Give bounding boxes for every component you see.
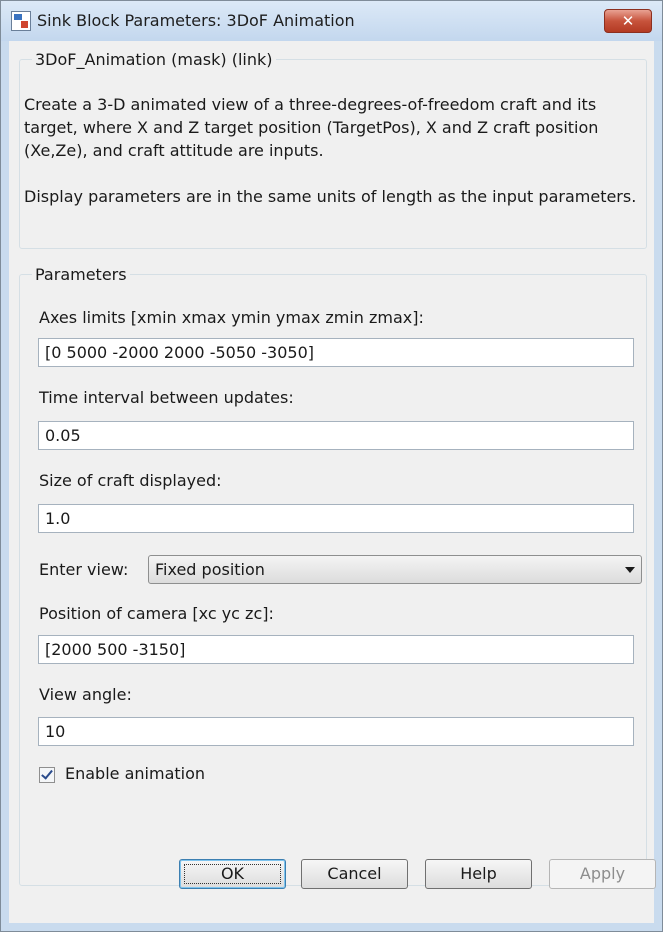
help-button[interactable]: Help xyxy=(425,859,532,889)
enter-view-selected: Fixed position xyxy=(155,560,265,579)
simulink-block-icon xyxy=(11,11,31,31)
title-bar[interactable]: Sink Block Parameters: 3DoF Animation ✕ xyxy=(1,1,662,41)
focus-ring xyxy=(184,864,281,884)
chevron-down-icon xyxy=(625,567,635,573)
parameters-group-label: Parameters xyxy=(32,265,130,284)
cancel-button-label: Cancel xyxy=(327,864,382,883)
dialog-body: 3DoF_Animation (mask) (link) Create a 3-… xyxy=(9,41,656,923)
enable-animation-checkbox[interactable] xyxy=(39,767,55,783)
camera-position-field[interactable]: [2000 500 -3150] xyxy=(38,635,634,664)
enable-animation-label[interactable]: Enable animation xyxy=(65,764,205,783)
axes-limits-label: Axes limits [xmin xmax ymin ymax zmin zm… xyxy=(39,308,424,327)
craft-size-label: Size of craft displayed: xyxy=(39,471,222,490)
view-angle-field[interactable]: 10 xyxy=(38,717,634,746)
description-group-label: 3DoF_Animation (mask) (link) xyxy=(32,50,276,69)
enter-view-label: Enter view: xyxy=(39,560,129,579)
close-button[interactable]: ✕ xyxy=(604,9,652,33)
time-interval-label: Time interval between updates: xyxy=(39,388,294,407)
apply-button-label: Apply xyxy=(579,864,626,883)
apply-button[interactable]: Apply xyxy=(549,859,656,889)
help-button-label: Help xyxy=(460,864,497,883)
window-title: Sink Block Parameters: 3DoF Animation xyxy=(37,11,355,30)
description-paragraph: Create a 3-D animated view of a three-de… xyxy=(24,95,599,160)
ok-button[interactable]: OK xyxy=(179,859,286,889)
description-paragraph: Display parameters are in the same units… xyxy=(24,187,637,206)
view-angle-label: View angle: xyxy=(39,685,132,704)
craft-size-field[interactable]: 1.0 xyxy=(38,504,634,533)
axes-limits-field[interactable]: [0 5000 -2000 2000 -5050 -3050] xyxy=(38,338,634,367)
camera-position-label: Position of camera [xc yc zc]: xyxy=(39,604,274,623)
enter-view-dropdown[interactable]: Fixed position xyxy=(148,555,642,584)
dialog-window: Sink Block Parameters: 3DoF Animation ✕ … xyxy=(0,0,663,932)
cancel-button[interactable]: Cancel xyxy=(301,859,408,889)
time-interval-field[interactable]: 0.05 xyxy=(38,421,634,450)
description-text: Create a 3-D animated view of a three-de… xyxy=(24,93,644,208)
